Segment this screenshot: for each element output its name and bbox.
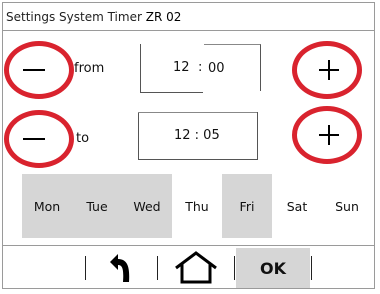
from-decrease-button[interactable] [4, 41, 74, 99]
nav-separator [157, 256, 158, 280]
to-time-value: 12 : 05 [174, 128, 220, 143]
from-time-separator: : [198, 60, 203, 75]
to-increase-button[interactable] [292, 106, 362, 164]
day-sun[interactable]: Sun [322, 174, 372, 238]
nav-separator [85, 256, 86, 280]
to-label: to [76, 131, 90, 146]
back-button[interactable] [96, 248, 140, 288]
from-hour-field[interactable]: 12 [140, 44, 203, 93]
day-wed[interactable]: Wed [122, 174, 172, 238]
day-mon[interactable]: Mon [22, 174, 72, 238]
nav-separator [311, 256, 312, 280]
ok-button[interactable]: OK [236, 248, 310, 288]
from-hour-value: 12 [173, 60, 190, 75]
back-arrow-icon [110, 254, 130, 282]
day-sat[interactable]: Sat [272, 174, 322, 238]
from-minute-value: 00 [208, 61, 225, 76]
minus-icon [23, 138, 45, 140]
from-minute-field[interactable]: 00 [204, 44, 261, 91]
title-zone: ZR 02 [145, 10, 182, 24]
day-fri[interactable]: Fri [222, 174, 272, 238]
page-title: Settings System Timer ZR 02 [6, 10, 181, 24]
title-prefix: Settings System Timer [6, 10, 142, 24]
from-increase-button[interactable] [292, 41, 362, 99]
to-time-field[interactable]: 12 : 05 [138, 112, 258, 160]
day-tue[interactable]: Tue [72, 174, 122, 238]
title-divider [2, 30, 375, 31]
from-label: from [74, 61, 105, 76]
to-decrease-button[interactable] [4, 110, 74, 168]
nav-separator [234, 256, 235, 280]
weekday-selector: Mon Tue Wed Thu Fri Sat Sun [22, 174, 374, 238]
home-button[interactable] [170, 248, 222, 288]
day-thu[interactable]: Thu [172, 174, 222, 238]
footer-divider [2, 245, 375, 246]
home-icon [175, 251, 217, 284]
minus-icon [23, 69, 45, 71]
